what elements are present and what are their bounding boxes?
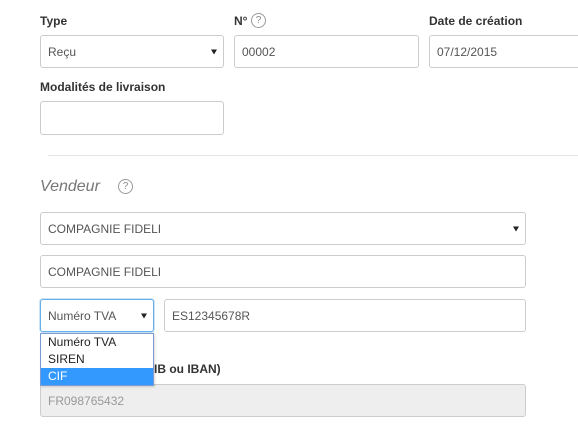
number-help-icon[interactable]: ? [251, 13, 266, 28]
vendor-bank-value: FR098765432 [48, 393, 125, 408]
creation-date-input[interactable]: 07/12/2015 [429, 35, 578, 68]
creation-date-input-value: 07/12/2015 [437, 44, 498, 59]
chevron-down-icon [513, 226, 519, 231]
number-input-value: 00002 [242, 44, 276, 59]
vendor-bank-label: IB ou IBAN) [154, 362, 221, 376]
delivery-label: Modalités de livraison [40, 80, 166, 94]
creation-date-label: Date de création [429, 14, 523, 28]
vendor-id-type-value: Numéro TVA [48, 308, 117, 323]
dropdown-option-siren[interactable]: SIREN [41, 351, 153, 368]
dropdown-option-cif[interactable]: CIF [41, 368, 153, 385]
vendor-bank-input: FR098765432 [40, 384, 526, 417]
number-label: N° [234, 14, 248, 28]
vendor-company-name-input[interactable]: COMPAGNIE FIDELI [40, 255, 526, 288]
vendor-id-value-input[interactable]: ES12345678R [164, 299, 526, 332]
vendor-company-name-value: COMPAGNIE FIDELI [48, 264, 162, 279]
vendor-help-icon[interactable]: ? [118, 179, 133, 194]
vendor-section-title: Vendeur [40, 178, 100, 195]
chevron-down-icon [211, 49, 217, 54]
type-select-value: Reçu [48, 44, 77, 59]
vendor-id-value: ES12345678R [172, 308, 251, 323]
vendor-company-select[interactable]: COMPAGNIE FIDELI [40, 212, 526, 245]
type-select[interactable]: Reçu [40, 35, 224, 68]
vendor-company-select-value: COMPAGNIE FIDELI [48, 221, 162, 236]
dropdown-option-numero-tva[interactable]: Numéro TVA [41, 334, 153, 351]
number-input[interactable]: 00002 [234, 35, 419, 68]
section-divider [48, 155, 578, 156]
vendor-id-type-select[interactable]: Numéro TVA [40, 299, 154, 332]
vendor-id-type-dropdown: Numéro TVA SIREN CIF [40, 333, 154, 386]
chevron-down-icon [141, 313, 147, 318]
type-label: Type [40, 14, 68, 28]
delivery-input[interactable] [40, 101, 224, 135]
